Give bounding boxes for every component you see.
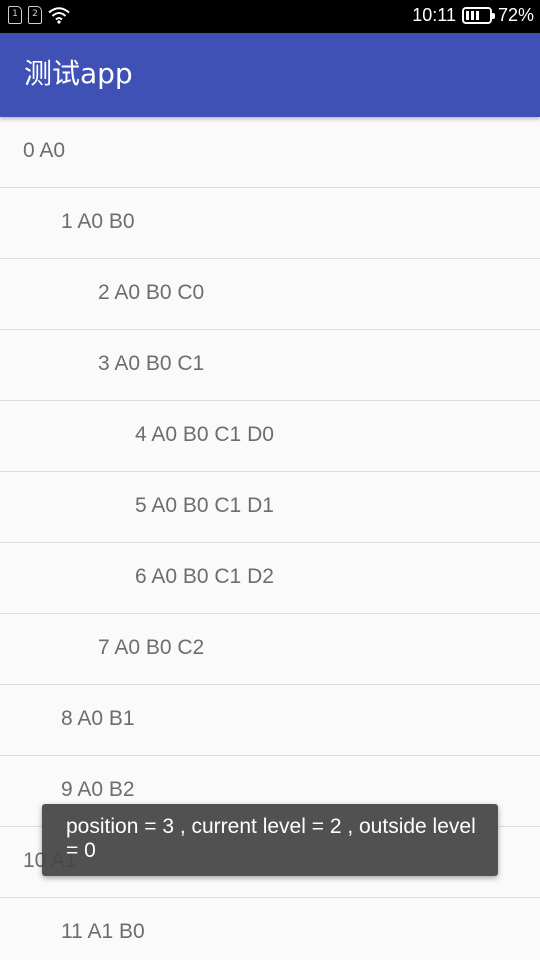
list-item[interactable]: 1 A0 B0 [0,188,540,259]
sim-card-1-icon: 1 [8,6,22,24]
list-item[interactable]: 0 A0 [0,117,540,188]
battery-percent: 72% [497,5,534,25]
status-bar: 1 2 10:11 72% [0,0,540,33]
list-item[interactable]: 7 A0 B0 C2 [0,614,540,685]
battery-level-fill [465,11,481,20]
list-item-label: 4 A0 B0 C1 D0 [135,423,274,446]
toast: position = 3 , current level = 2 , outsi… [42,804,498,876]
toast-message: position = 3 , current level = 2 , outsi… [66,815,476,862]
screen: 1 2 10:11 72% 测试app 0 A0 1 A0 B0 2 A0 B0 C… [0,0,540,960]
list-item-label: 0 A0 [23,139,66,162]
list-item-label: 8 A0 B1 [61,707,135,730]
app-title: 测试app [24,57,133,90]
list-item[interactable]: 11 A1 B0 [0,898,540,960]
list-item-label: 2 A0 B0 C0 [98,281,205,304]
list-item-label: 3 A0 B0 C1 [98,352,205,375]
status-right: 10:11 72% [412,5,534,26]
list-item-label: 5 A0 B0 C1 D1 [135,494,274,517]
list-item[interactable]: 3 A0 B0 C1 [0,330,540,401]
list-item-label: 7 A0 B0 C2 [98,636,205,659]
status-time: 10:11 [412,5,456,25]
list-item-label: 9 A0 B2 [61,778,135,801]
list-item-label: 1 A0 B0 [61,210,135,233]
list-item[interactable]: 2 A0 B0 C0 [0,259,540,330]
list-item[interactable]: 6 A0 B0 C1 D2 [0,543,540,614]
list-item[interactable]: 4 A0 B0 C1 D0 [0,401,540,472]
list-item[interactable]: 5 A0 B0 C1 D1 [0,472,540,543]
list-item[interactable]: 8 A0 B1 [0,685,540,756]
wifi-icon [48,7,70,24]
app-bar: 测试app [0,33,540,117]
list-item-label: 11 A1 B0 [61,920,145,943]
status-left-icons: 1 2 [8,6,70,24]
list-item-label: 6 A0 B0 C1 D2 [135,565,274,588]
sim-card-2-icon: 2 [28,6,42,24]
battery-icon [461,7,495,24]
